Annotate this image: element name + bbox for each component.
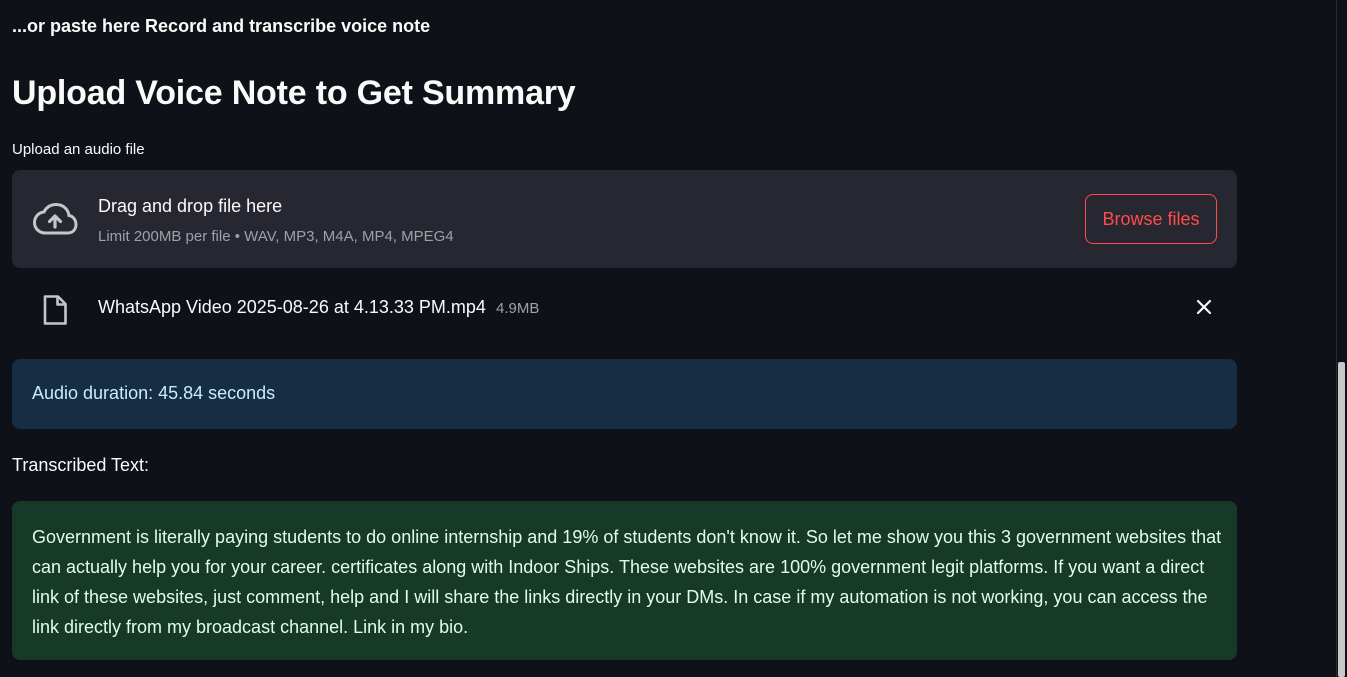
cloud-upload-icon (32, 202, 78, 235)
file-icon (43, 295, 67, 325)
scrollbar-thumb[interactable] (1338, 362, 1345, 677)
dropzone-title: Drag and drop file here (98, 196, 283, 216)
transcription-result-box: Government is literally paying students … (12, 501, 1237, 660)
transcription-text: Government is literally paying students … (32, 527, 1222, 637)
audio-duration-text: Audio duration: 45.84 seconds (32, 383, 276, 403)
file-name: WhatsApp Video 2025-08-26 at 4.13.33 PM.… (98, 297, 486, 317)
page-title: Upload Voice Note to Get Summary (12, 74, 576, 112)
upload-label: Upload an audio file (12, 141, 145, 158)
uploaded-file-row: WhatsApp Video 2025-08-26 at 4.13.33 PM.… (12, 284, 1237, 332)
intro-text: ...or paste here Record and transcribe v… (12, 16, 431, 36)
transcribed-text-label: Transcribed Text: (12, 455, 150, 475)
info-alert: Audio duration: 45.84 seconds (12, 359, 1237, 429)
file-size: 4.9MB (496, 300, 540, 317)
close-icon[interactable] (1195, 298, 1213, 316)
file-dropzone[interactable]: Drag and drop file here Limit 200MB per … (12, 170, 1237, 268)
dropzone-limit-text: Limit 200MB per file • WAV, MP3, M4A, MP… (98, 228, 454, 245)
app-page: ...or paste here Record and transcribe v… (0, 0, 1347, 677)
browse-files-button[interactable]: Browse files (1085, 194, 1217, 244)
